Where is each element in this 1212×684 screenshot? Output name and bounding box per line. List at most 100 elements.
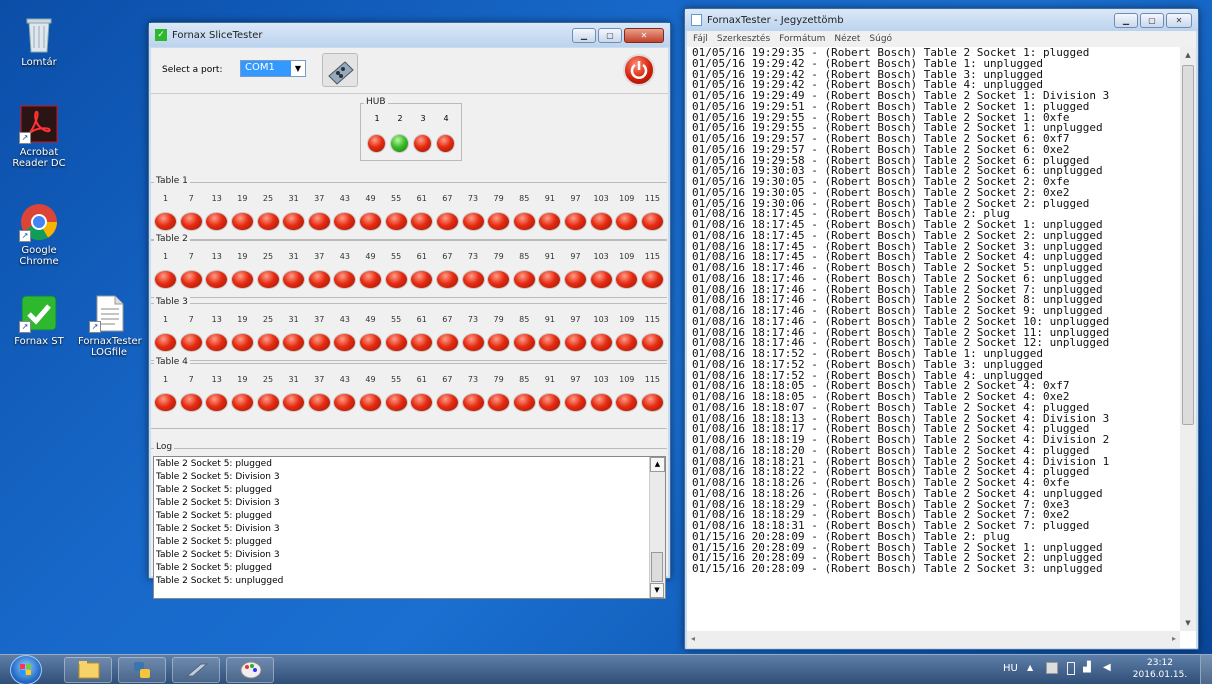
socket-led	[462, 271, 484, 288]
notepad-text-area[interactable]: 01/05/16 19:29:35 - (Robert Bosch) Table…	[687, 47, 1196, 648]
app-icon: ✓	[155, 29, 167, 41]
socket-led	[616, 271, 638, 288]
scroll-up-arrow[interactable]: ▲	[1180, 47, 1196, 63]
notepad-hscrollbar[interactable]: ◂ ▸	[687, 631, 1180, 648]
socket-number: 49	[365, 375, 376, 384]
minimize-button[interactable]: ▁	[1114, 12, 1138, 28]
socket-led	[590, 334, 612, 351]
show-desktop-button[interactable]	[1200, 655, 1212, 684]
socket-led	[360, 334, 381, 351]
scroll-up-arrow[interactable]: ▲	[650, 457, 665, 472]
scroll-right-arrow[interactable]: ▸	[1172, 634, 1176, 643]
language-indicator[interactable]: HU	[1003, 663, 1018, 674]
title-bar[interactable]: ✓ Fornax SliceTester ▁ ▢ ✕	[149, 23, 670, 47]
socket-led	[436, 394, 458, 411]
log-line: Table 2 Socket 5: plugged	[156, 537, 272, 547]
socket-led	[257, 213, 279, 230]
socket-led	[641, 394, 663, 411]
socket-number: 91	[544, 375, 555, 384]
socket-led	[231, 213, 253, 230]
socket-led	[513, 271, 535, 288]
taskbar-paint[interactable]	[226, 657, 274, 683]
hub-group: HUB 1 2 3 4	[360, 97, 462, 161]
hub-number: 4	[443, 114, 449, 123]
socket-led	[385, 271, 407, 288]
desktop-icon-recycle-bin[interactable]: Lomtár	[8, 14, 70, 68]
network-icon[interactable]: ▟	[1083, 662, 1091, 673]
shortcut-arrow-icon: ↗	[89, 321, 101, 333]
show-hidden-icons-icon[interactable]: ▲	[1027, 663, 1033, 672]
close-button[interactable]: ✕	[624, 27, 664, 43]
log-scrollbar[interactable]: ▲ ▼	[649, 457, 665, 598]
socket-led	[155, 334, 176, 351]
socket-number: 61	[416, 194, 427, 203]
socket-number: 19	[237, 252, 248, 261]
scroll-thumb[interactable]	[651, 552, 663, 582]
socket-numbers: 1 7 13 19 25 31 37 43 49 55 61 67 73 79 85 91 97 103 109 11…	[155, 252, 663, 261]
action-center-icon[interactable]	[1046, 662, 1058, 674]
menu-item[interactable]: Formátum	[779, 31, 825, 47]
log-listbox[interactable]: Table 2 Socket 5: plugged Table 2 Socket …	[153, 456, 666, 599]
menu-item[interactable]: Súgó	[869, 31, 892, 47]
desktop-icon-logfile[interactable]: ↗ FornaxTester LOGfile	[78, 293, 142, 358]
battery-icon[interactable]	[1067, 662, 1075, 675]
start-button[interactable]	[10, 655, 42, 684]
close-button[interactable]: ✕	[1166, 12, 1192, 28]
menu-item[interactable]: Fájl	[693, 31, 708, 47]
socket-led	[257, 271, 279, 288]
taskbar-explorer[interactable]	[64, 657, 112, 683]
socket-number: 73	[467, 252, 479, 261]
socket-number: 103	[593, 194, 609, 203]
menu-item[interactable]: Nézet	[834, 31, 860, 47]
scroll-down-arrow[interactable]: ▼	[1180, 615, 1196, 631]
table-group: Table 2 1 7 13 19 25 31 37 43 49 55 61 67 73 79 85 91 97 1…	[151, 234, 667, 298]
connect-button[interactable]	[322, 53, 358, 87]
shortcut-arrow-icon: ↗	[19, 132, 31, 144]
serial-connector-icon	[328, 61, 354, 85]
socket-number: 19	[237, 375, 248, 384]
taskbar-python[interactable]	[118, 657, 166, 683]
socket-number: 25	[262, 252, 274, 261]
notepad-title-bar[interactable]: FornaxTester - Jegyzettömb ▁ ▢ ✕	[685, 9, 1198, 31]
socket-numbers: 1 7 13 19 25 31 37 43 49 55 61 67 73 79 85 91 97 103 109 11…	[155, 194, 663, 203]
socket-number: 85	[519, 194, 530, 203]
log-line: Table 2 Socket 5: plugged	[156, 511, 272, 521]
socket-number: 37	[314, 194, 325, 203]
desktop-icon-fornax[interactable]: ↗ Fornax ST	[8, 293, 70, 347]
menu-item[interactable]: Szerkesztés	[717, 31, 770, 47]
scroll-down-arrow[interactable]: ▼	[650, 583, 664, 598]
desktop-icon-chrome[interactable]: ↗ Google Chrome	[8, 202, 70, 267]
maximize-button[interactable]: ▢	[1140, 12, 1164, 28]
socket-number: 13	[211, 252, 222, 261]
socket-led	[488, 271, 510, 288]
socket-led	[616, 394, 638, 411]
socket-number: 37	[314, 315, 325, 324]
maximize-button[interactable]: ▢	[598, 27, 622, 43]
socket-number: 103	[593, 375, 609, 384]
log-lines: Table 2 Socket 5: plugged Table 2 Socket …	[156, 458, 649, 588]
scroll-left-arrow[interactable]: ◂	[691, 634, 695, 643]
clock[interactable]: 23:12 2016.01.15.	[1130, 657, 1190, 681]
table-label: Table 3	[154, 297, 190, 307]
socket-number: 79	[493, 252, 504, 261]
socket-number: 55	[391, 194, 402, 203]
socket-number: 61	[416, 252, 427, 261]
socket-led	[334, 334, 356, 351]
notepad-window: FornaxTester - Jegyzettömb ▁ ▢ ✕ Fájl Sze…	[684, 8, 1199, 650]
power-button[interactable]	[623, 54, 655, 86]
socket-number: 109	[619, 315, 635, 324]
hub-number: 2	[397, 114, 403, 123]
log-line: Table 2 Socket 5: plugged	[156, 485, 272, 495]
notepad-vscrollbar[interactable]: ▲ ▼	[1180, 47, 1196, 631]
desktop-icon-acrobat[interactable]: ↗ Acrobat Reader DC	[8, 104, 70, 169]
socket-led	[206, 213, 228, 230]
taskbar-vmware[interactable]	[172, 657, 220, 683]
scroll-thumb[interactable]	[1182, 65, 1194, 425]
volume-icon[interactable]: ◀	[1103, 662, 1111, 673]
socket-led	[462, 394, 484, 411]
port-select[interactable]: COM1 ▼	[240, 60, 306, 77]
socket-led	[462, 213, 484, 230]
socket-number: 115	[644, 252, 661, 261]
socket-number: 61	[416, 375, 427, 384]
minimize-button[interactable]: ▁	[572, 27, 596, 43]
